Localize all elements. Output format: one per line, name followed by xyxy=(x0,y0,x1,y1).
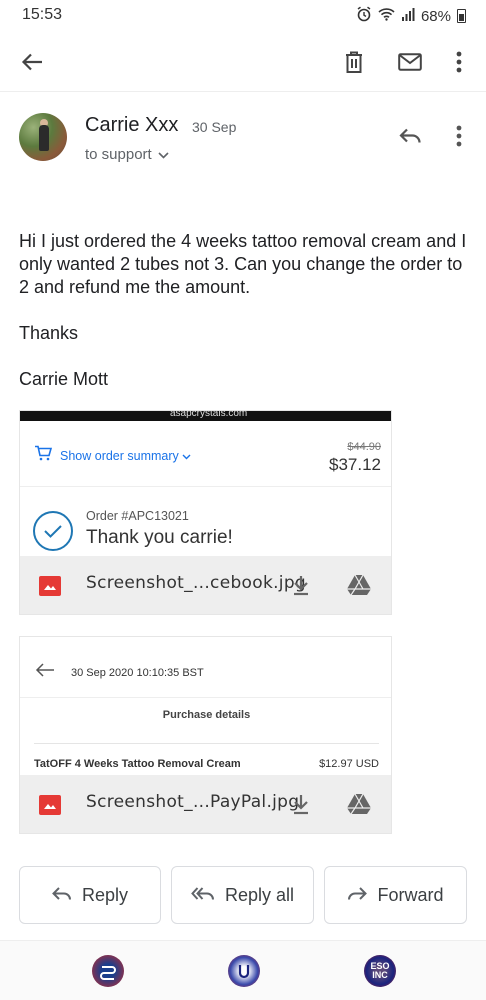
alarm-icon xyxy=(356,6,372,26)
attachment-card[interactable]: asapcrystals.com Show order summary $44.… xyxy=(19,410,392,615)
reply-all-icon xyxy=(191,885,215,906)
body-paragraph: Hi I just ordered the 4 weeks tattoo rem… xyxy=(19,231,467,297)
attachment-bar[interactable]: Screenshot_...cebook.jpg xyxy=(20,556,391,614)
image-file-icon xyxy=(39,576,61,596)
reply-all-button[interactable]: Reply all xyxy=(171,866,314,924)
recipient-label: to support xyxy=(85,146,152,163)
forward-icon xyxy=(347,885,368,906)
reply-label: Reply xyxy=(81,884,129,905)
message-actions: Reply Reply all Forward xyxy=(0,866,486,926)
recipient-details[interactable]: to support xyxy=(85,146,169,163)
app-label: ESO INC xyxy=(370,961,390,980)
email-date: 30 Sep xyxy=(192,119,237,135)
status-time: 15:53 xyxy=(22,6,63,23)
item-amount: $12.97 USD xyxy=(319,758,379,770)
body-paragraph: Thanks xyxy=(19,323,79,343)
app-icon[interactable]: ESO INC xyxy=(364,955,396,987)
email-body: Hi I just ordered the 4 weeks tattoo rem… xyxy=(19,230,469,414)
show-order-summary-link: Show order summary xyxy=(60,449,191,463)
transaction-date: 30 Sep 2020 10:10:35 BST xyxy=(71,667,204,679)
app-icon[interactable] xyxy=(228,955,260,987)
more-options-icon[interactable] xyxy=(448,48,470,76)
back-arrow-icon[interactable] xyxy=(18,48,46,76)
mark-unread-mail-icon[interactable] xyxy=(395,48,425,76)
cart-icon xyxy=(34,445,53,466)
sender-name[interactable]: Carrie Xxx xyxy=(85,114,178,137)
message-more-icon[interactable] xyxy=(448,122,470,150)
wifi-icon xyxy=(378,7,395,25)
avatar[interactable] xyxy=(19,113,67,161)
save-to-drive-icon[interactable] xyxy=(346,574,372,601)
purchase-details-heading: Purchase details xyxy=(162,709,251,721)
attachment-filename: Screenshot_...cebook.jpg xyxy=(86,573,307,593)
attachment-filename: Screenshot_...PayPal.jpg xyxy=(86,792,300,812)
paypal-screenshot: 30 Sep 2020 10:10:35 BST Purchase detail… xyxy=(20,637,391,770)
forward-label: Forward xyxy=(377,884,444,905)
order-number: Order #APC13021 xyxy=(86,509,189,523)
divider xyxy=(34,743,379,744)
screenshot-browser-bar: asapcrystals.com xyxy=(20,411,391,421)
top-app-bar xyxy=(0,32,486,92)
back-arrow-icon xyxy=(35,663,55,682)
thank-you-text: Thank you carrie! xyxy=(86,527,233,548)
sender-header: Carrie Xxx 30 Sep to support xyxy=(0,100,486,180)
order-summary-bar: Show order summary $44.90 $37.12 xyxy=(20,423,391,487)
attachment-card[interactable]: 30 Sep 2020 10:10:35 BST Purchase detail… xyxy=(19,636,392,834)
divider xyxy=(20,697,391,698)
checkmark-icon xyxy=(33,511,73,551)
save-to-drive-icon[interactable] xyxy=(346,793,372,820)
body-signature: Carrie Mott xyxy=(19,369,109,389)
status-icons: 68% xyxy=(356,6,466,26)
reply-button[interactable]: Reply xyxy=(19,866,161,924)
status-bar: 15:53 68% xyxy=(0,0,486,32)
original-price: $44.90 xyxy=(347,441,381,453)
download-icon[interactable] xyxy=(291,574,311,601)
forward-button[interactable]: Forward xyxy=(324,866,467,924)
reply-icon[interactable] xyxy=(396,122,424,150)
reply-icon xyxy=(52,885,72,906)
image-file-icon xyxy=(39,795,61,815)
chevron-down-icon xyxy=(158,146,169,163)
delete-icon[interactable] xyxy=(340,48,368,76)
app-dock: ESO INC xyxy=(0,940,486,1000)
purchased-item: TatOFF 4 Weeks Tattoo Removal Cream xyxy=(34,758,241,770)
download-icon[interactable] xyxy=(291,793,311,820)
app-icon[interactable] xyxy=(92,955,124,987)
battery-icon xyxy=(457,9,466,23)
reply-all-label: Reply all xyxy=(224,884,295,905)
total-price: $37.12 xyxy=(329,455,381,474)
attachment-bar[interactable]: Screenshot_...PayPal.jpg xyxy=(20,775,391,833)
signal-icon xyxy=(401,7,415,25)
battery-percent: 68% xyxy=(420,7,451,25)
screenshot-url: asapcrystals.com xyxy=(170,410,248,419)
